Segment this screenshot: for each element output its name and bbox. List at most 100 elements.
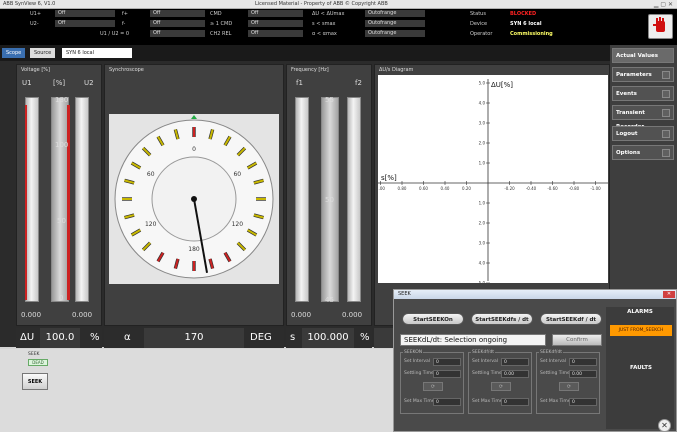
tick-label: 45 [325,296,334,304]
panel-title: ΔU/s Diagram [379,67,414,73]
y-tick-label: 2.0 [479,141,486,146]
field-label: Settling Time [472,371,502,376]
sidebar-item-events[interactable]: Events [612,86,674,101]
dial-label: 120 [232,221,244,228]
u1-red-indicator [25,105,27,300]
tab-device[interactable]: SYN 6 local [62,48,132,58]
field-label: Set Max Time [472,399,503,404]
apply-icon[interactable]: ⟳ [491,382,511,391]
panel-title: Synchroscope [109,67,144,73]
operator-label: Operator [470,31,493,37]
y-tick-label: 4.0 [479,261,486,266]
alpha-readout: α 170 DEG [104,328,284,348]
center-red-indicator [67,105,70,300]
alpha-unit: DEG [250,332,272,343]
header-value: Off [150,20,205,27]
set-interval-input[interactable]: 0 [569,358,597,366]
sidebar-item-transient-recorder[interactable]: Transient Recorder [612,105,674,130]
set-max-time-input[interactable]: 0 [569,398,597,406]
dismiss-icon[interactable]: ✕ [658,419,671,432]
apply-icon[interactable]: ⟳ [559,382,579,391]
header-label: CMD [210,11,222,17]
header-value: Outofrange [365,10,425,17]
dial-label: 60 [147,171,155,178]
settling-time-input[interactable]: 0.00 [501,370,529,378]
field-label: Set Max Time [404,399,435,404]
y-tick-label: 2.0 [479,221,486,226]
tick-label: 130 [55,96,69,104]
x-tick-label: 0.60 [419,186,428,191]
seek-button[interactable]: SEEK [22,373,48,390]
header-label: f+ [122,11,128,17]
tick-label: 0 [59,294,64,302]
expand-icon [662,90,670,98]
f2-value: 0.000 [342,311,363,319]
seek-dialog: SEEK ✕ StartSEEKOn StartSEEKdfs / dt Sta… [393,289,677,432]
y-tick-label: 5.0 [479,81,486,86]
x-tick-label: -0.20 [504,186,515,191]
group-title: SEEKON [403,350,424,355]
settling-time-input[interactable]: 0.00 [569,370,597,378]
expand-icon [662,71,670,79]
sidebar-item-options[interactable]: Options [612,145,674,160]
header-value: Off [150,10,205,17]
license-text: Licensed Material - Property of ABB © Co… [255,1,388,7]
y-tick-label: 3.0 [479,241,486,246]
f1-bar [295,97,309,302]
x-tick-label: -0.60 [547,186,558,191]
header-label: U1+ [30,11,42,17]
header-value: Off [248,30,303,37]
f1-value: 0.000 [291,311,312,319]
seek-group: SEEKdf/dt Set Interval 0 Settling Time 0… [536,350,600,414]
y-axis-label: ΔU[%] [491,81,513,89]
delta-u-readout: ΔU 100.0 % [16,328,102,348]
u2-bar [75,97,89,302]
tab-scope[interactable]: Scope [2,48,26,58]
sidebar-item-label: Actual Values [616,53,659,59]
expand-icon [662,149,670,157]
sidebar-item-label: Parameters [616,72,652,78]
panel-title: Frequency [Hz] [291,67,329,73]
sidebar-item-label: Events [616,91,637,97]
alarm-item[interactable]: JUST FROM_SEEKCH [610,325,672,336]
synchroscope-dial: 0 60 60 120 120 180 [114,115,274,279]
y-tick-label: 5.0 [479,281,486,284]
tick-label: 100 [55,141,69,149]
confirm-button[interactable]: Confirm [552,334,602,346]
set-interval-input[interactable]: 0 [501,358,529,366]
dialog-close-button[interactable]: ✕ [663,291,675,298]
seek-state-badge: DEAD [28,359,48,366]
set-max-time-input[interactable]: 0 [501,398,529,406]
status-value: BLOCKED [510,11,537,17]
sidebar-item-parameters[interactable]: Parameters [612,67,674,82]
start-seek-dfs-button[interactable]: StartSEEKdfs / dt [471,313,533,325]
seek-group: SEEKON Set Interval 0 Settling Time 0 ⟳ … [400,350,464,414]
sidebar-item-logout[interactable]: Logout [612,126,674,141]
tab-source[interactable]: Source [30,48,56,58]
tick-label: 50 [325,196,334,204]
unit-label: [%] [53,79,66,87]
voltage-panel: Voltage [%] U1 [%] U2 130 100 50 0 0.000… [16,64,102,326]
y-tick-label: 3.0 [479,121,486,126]
set-max-time-input[interactable]: 0 [433,398,461,406]
header-value: Off [150,30,205,37]
u2-value: 0.000 [72,311,93,319]
settling-time-input[interactable]: 0 [433,370,461,378]
start-seek-on-button[interactable]: StartSEEKOn [402,313,464,325]
slip-readout: s 100.000 % [286,328,372,348]
window-controls[interactable]: ▁ ▢ ✕ [654,1,673,8]
device-label: Device [470,21,488,27]
start-seek-df-button[interactable]: StartSEEKdf / dt [540,313,602,325]
header-label: ΔU < ΔUmax [312,11,345,17]
apply-icon[interactable]: ⟳ [423,382,443,391]
status-header: U1+ Off U2- Off f+ Off f- Off U1 / U2 = … [0,9,677,45]
sidebar-item-actual-values[interactable]: Actual Values [612,48,674,63]
set-interval-input[interactable]: 0 [433,358,461,366]
stop-hand-button[interactable] [648,14,673,39]
header-value: Off [55,10,115,17]
expand-icon [662,130,670,138]
header-label: ≥ 1 CMD [210,21,233,27]
y-tick-label: 1.0 [479,161,486,166]
device-value: SYN 6 local [510,21,542,27]
x-tick-label: 1.00 [378,186,385,191]
